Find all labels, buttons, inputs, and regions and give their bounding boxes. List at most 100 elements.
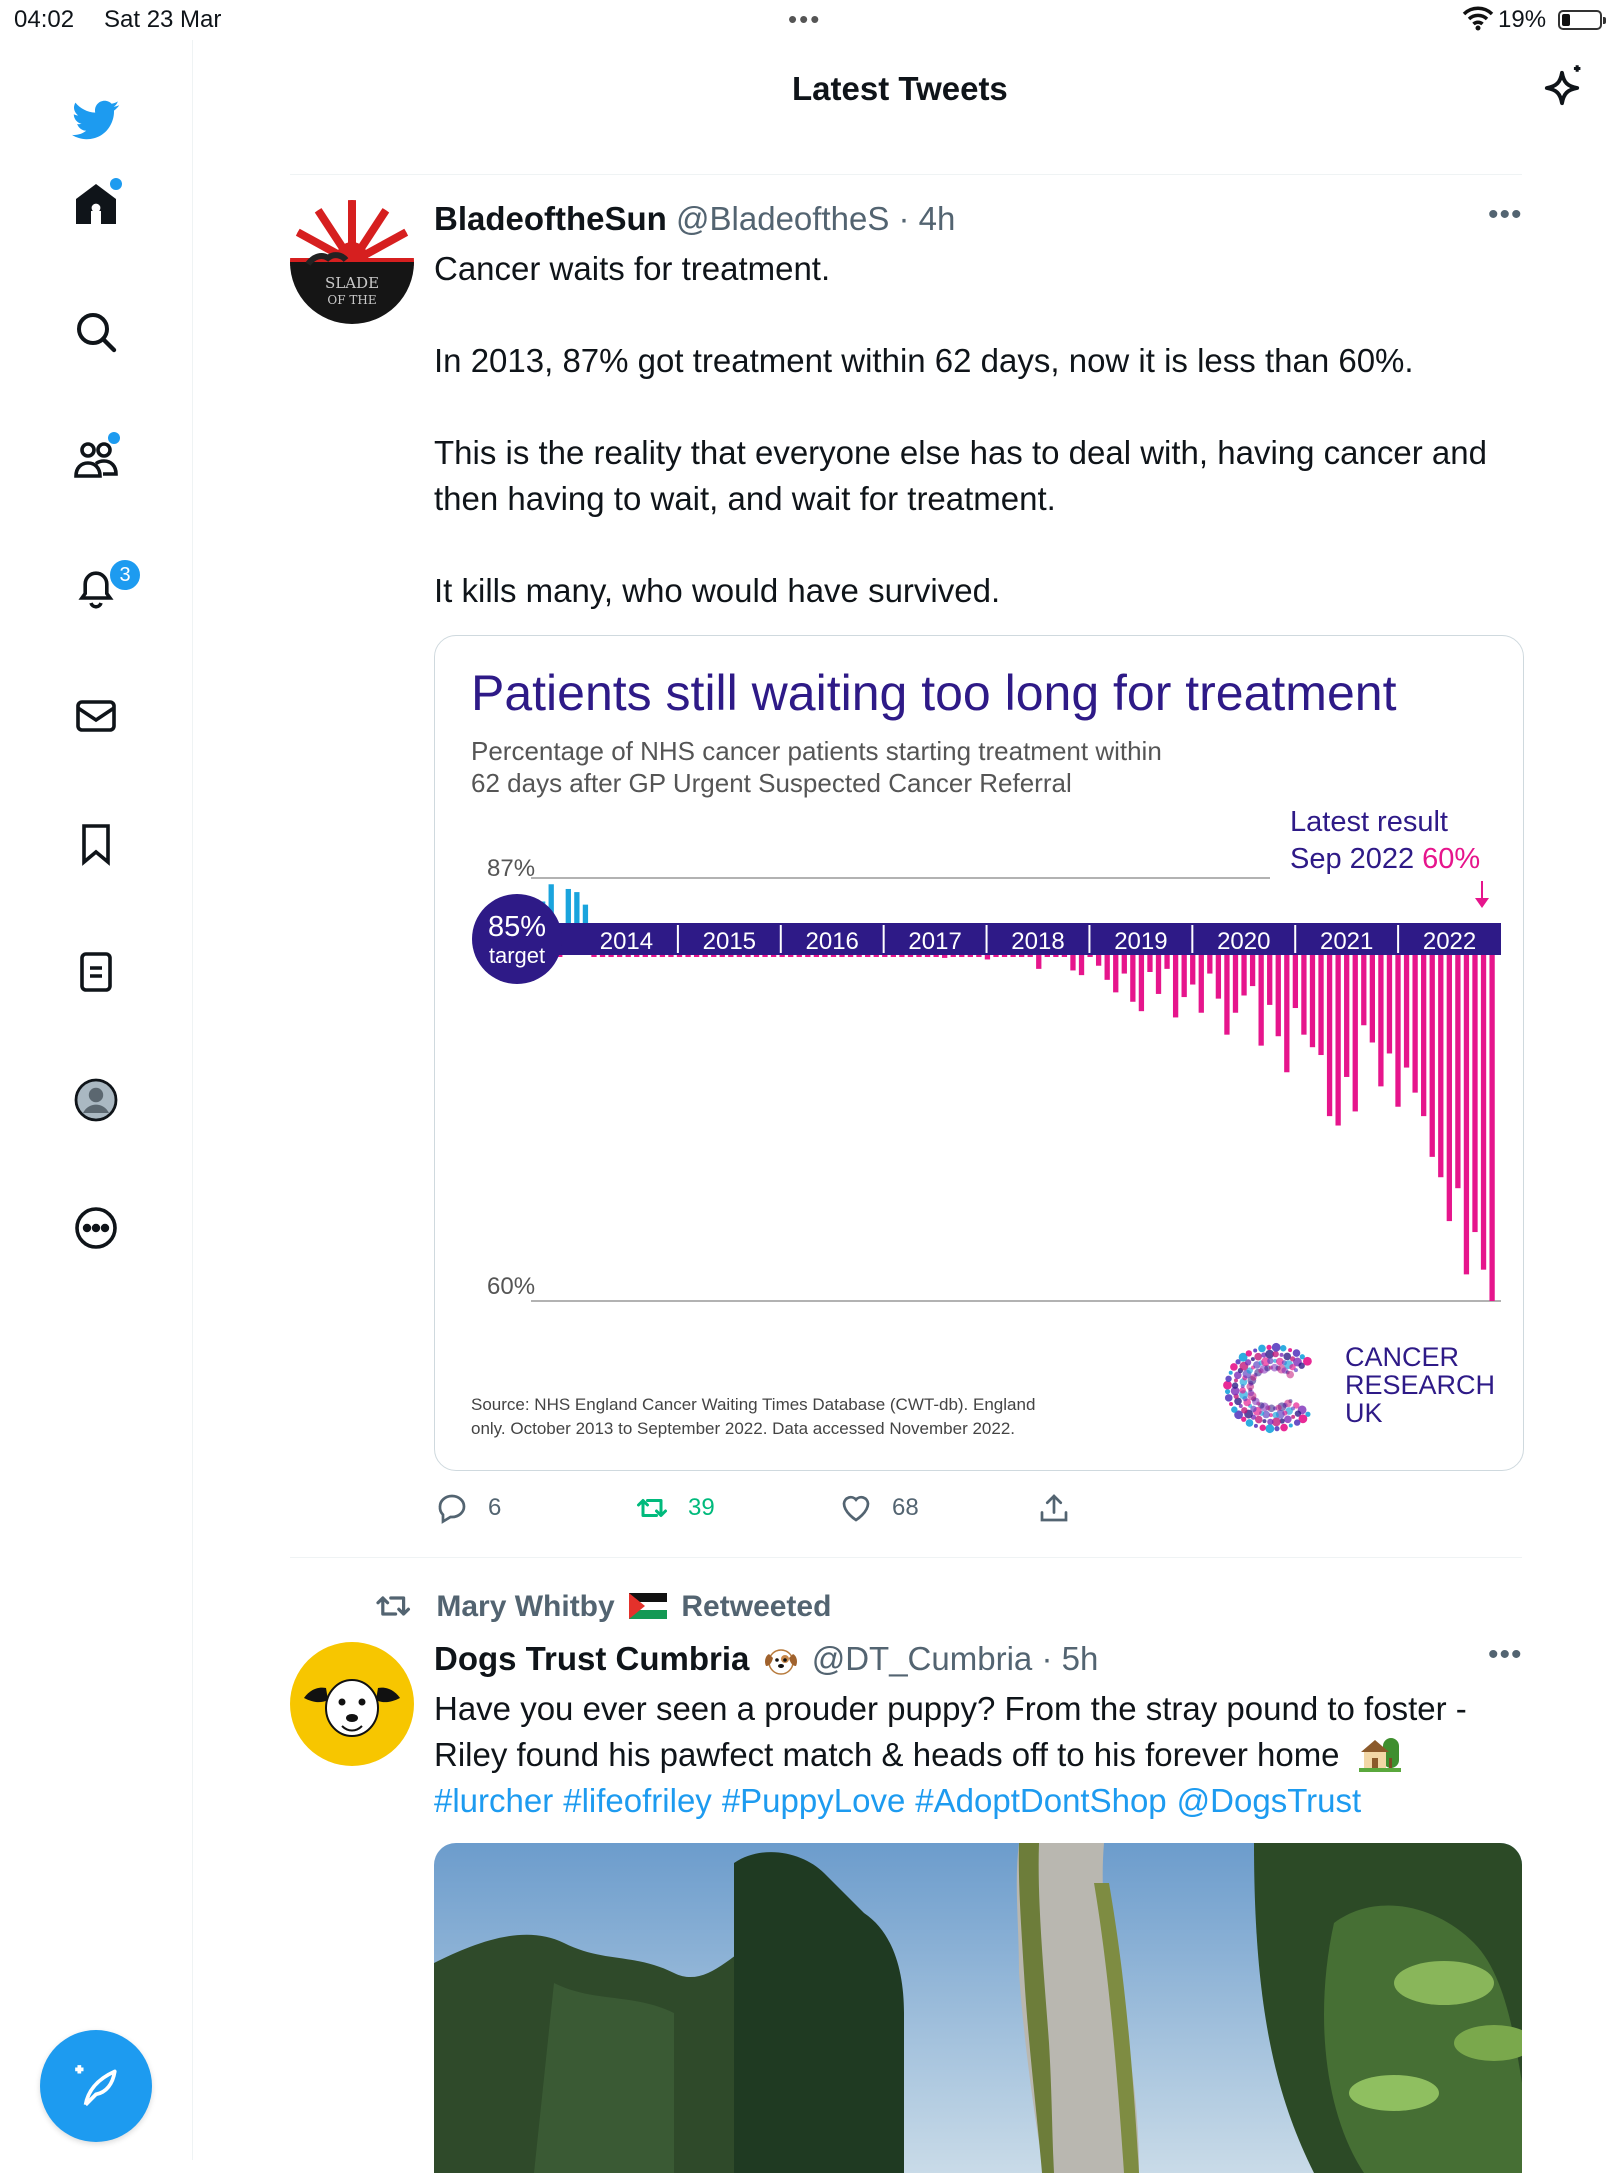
- hashtag-link[interactable]: #lurcher: [434, 1782, 553, 1819]
- chart-bar: [1258, 955, 1264, 1046]
- chart-bar: [924, 955, 931, 957]
- twitter-logo-icon[interactable]: [66, 90, 126, 150]
- tweet-time[interactable]: · 4h: [899, 200, 956, 237]
- chart-bar: [1369, 955, 1375, 1043]
- chart-bar: [1429, 955, 1435, 1157]
- chart-bar: [865, 955, 871, 957]
- chart-bar: [1455, 955, 1461, 1189]
- search-icon[interactable]: [66, 302, 126, 362]
- logo-dot: [1284, 1415, 1292, 1424]
- communities-icon[interactable]: [66, 430, 126, 490]
- reply-button[interactable]: 6: [434, 1490, 501, 1526]
- chart-bar: [942, 955, 948, 958]
- logo-dot: [1231, 1382, 1239, 1389]
- chart-bar: [959, 955, 965, 957]
- chart-bar: [1335, 955, 1341, 1126]
- chart-bar: [788, 955, 794, 957]
- divider: [290, 1557, 1522, 1558]
- chart-bar: [1403, 955, 1410, 1068]
- tweet-image-chart[interactable]: Patients still waiting too long for trea…: [434, 635, 1524, 1471]
- tweet-line: In 2013, 87% got treatment within 62 day…: [434, 342, 1414, 379]
- notifications-bell-icon[interactable]: 3: [66, 558, 142, 618]
- notifications-badge: 3: [108, 558, 142, 592]
- avatar[interactable]: [290, 1642, 414, 1766]
- bookmarks-icon[interactable]: [66, 814, 126, 874]
- chart-bar: [1001, 955, 1008, 957]
- chart-bar: [728, 955, 734, 957]
- author-handle[interactable]: @DT_Cumbria: [812, 1640, 1033, 1677]
- tweet-more-icon[interactable]: •••: [1488, 1638, 1523, 1672]
- logo-dot: [1286, 1370, 1295, 1379]
- x-tick-label: 2022: [1423, 928, 1476, 955]
- hashtag-link[interactable]: #lifeofriley: [563, 1782, 712, 1819]
- chart-subtitle: 62 days after GP Urgent Suspected Cancer…: [471, 768, 1072, 798]
- battery-percent: 19%: [1498, 6, 1547, 33]
- like-button[interactable]: 68: [838, 1490, 919, 1526]
- mention-link[interactable]: @DogsTrust: [1177, 1782, 1361, 1819]
- logo-dot: [1293, 1419, 1301, 1426]
- retweet-icon: [637, 1499, 667, 1517]
- svg-text:OF THE: OF THE: [327, 293, 376, 307]
- chart-bar: [1070, 955, 1076, 971]
- chart-bar: [1061, 955, 1068, 957]
- logo-dot: [1229, 1401, 1234, 1406]
- chart-bar: [625, 955, 631, 957]
- author-handle[interactable]: @BladeoftheS: [676, 200, 889, 237]
- chart-bar: [1352, 955, 1358, 1112]
- chart: Patients still waiting too long for trea…: [471, 665, 1501, 1438]
- retweeter-name: Mary Whitby: [436, 1590, 615, 1623]
- page-title: Latest Tweets: [792, 70, 1008, 107]
- compose-feather-icon: [75, 2065, 117, 2107]
- hashtag-link[interactable]: #PuppyLove: [722, 1782, 905, 1819]
- logo-dot: [1280, 1423, 1288, 1432]
- author-name[interactable]: Dogs Trust Cumbria: [434, 1640, 749, 1677]
- chart-bar: [1198, 955, 1204, 1013]
- chart-bar: [616, 955, 623, 957]
- tweet-photo[interactable]: [434, 1843, 1522, 2173]
- logo-dot: [1283, 1352, 1292, 1361]
- chart-bar: [967, 955, 973, 957]
- home-new-dot: [110, 178, 122, 190]
- author-name[interactable]: BladeoftheSun: [434, 200, 667, 237]
- like-count: 68: [892, 1494, 919, 1521]
- retweet-icon: [376, 1596, 411, 1616]
- sparkle-icon[interactable]: [1536, 62, 1588, 114]
- retweet-button[interactable]: 39: [634, 1490, 715, 1526]
- chart-bar: [770, 955, 777, 957]
- chart-bar: [1301, 955, 1307, 1035]
- chart-bar: [659, 955, 666, 957]
- chart-bar: [1053, 955, 1059, 957]
- chart-bar: [1095, 955, 1102, 966]
- svg-text:SLADE: SLADE: [325, 274, 379, 292]
- avatar[interactable]: SLADE OF THE: [290, 200, 414, 324]
- chart-bar: [822, 955, 828, 957]
- retweeted-by-line[interactable]: Mary Whitby Retweeted: [374, 1590, 831, 1624]
- chart-bar: [899, 955, 905, 957]
- chart-bar: [1480, 955, 1487, 1270]
- tweet-more-icon[interactable]: •••: [1488, 198, 1523, 232]
- share-button[interactable]: [1036, 1490, 1072, 1526]
- tweet-time[interactable]: · 5h: [1041, 1640, 1098, 1677]
- profile-avatar-icon[interactable]: [66, 1070, 126, 1130]
- logo-dot: [1267, 1357, 1274, 1365]
- chart-bar: [1138, 955, 1145, 1012]
- chart-bar: [1147, 955, 1153, 972]
- messages-envelope-icon[interactable]: [66, 686, 126, 746]
- lists-icon[interactable]: [66, 942, 126, 1002]
- logo-dot: [1265, 1424, 1275, 1434]
- more-options-icon[interactable]: [66, 1198, 126, 1258]
- compose-tweet-button[interactable]: [40, 2030, 152, 2142]
- logo-dot: [1266, 1344, 1272, 1350]
- multitasking-dots-icon[interactable]: •••: [788, 4, 821, 35]
- hashtag-link[interactable]: #AdoptDontShop: [915, 1782, 1166, 1819]
- cancer-research-uk-logo: CANCER RESEARCH UK: [1223, 1342, 1495, 1434]
- chart-bar: [685, 955, 691, 957]
- chart-bar: [805, 955, 811, 957]
- home-icon[interactable]: [66, 174, 126, 234]
- x-tick-label: 2016: [806, 928, 859, 955]
- chart-bar: [1446, 955, 1452, 1222]
- svg-text:CANCER: CANCER: [1345, 1342, 1459, 1372]
- chart-bar: [1318, 955, 1324, 1056]
- logo-dot: [1274, 1426, 1280, 1432]
- chart-bar: [933, 955, 939, 957]
